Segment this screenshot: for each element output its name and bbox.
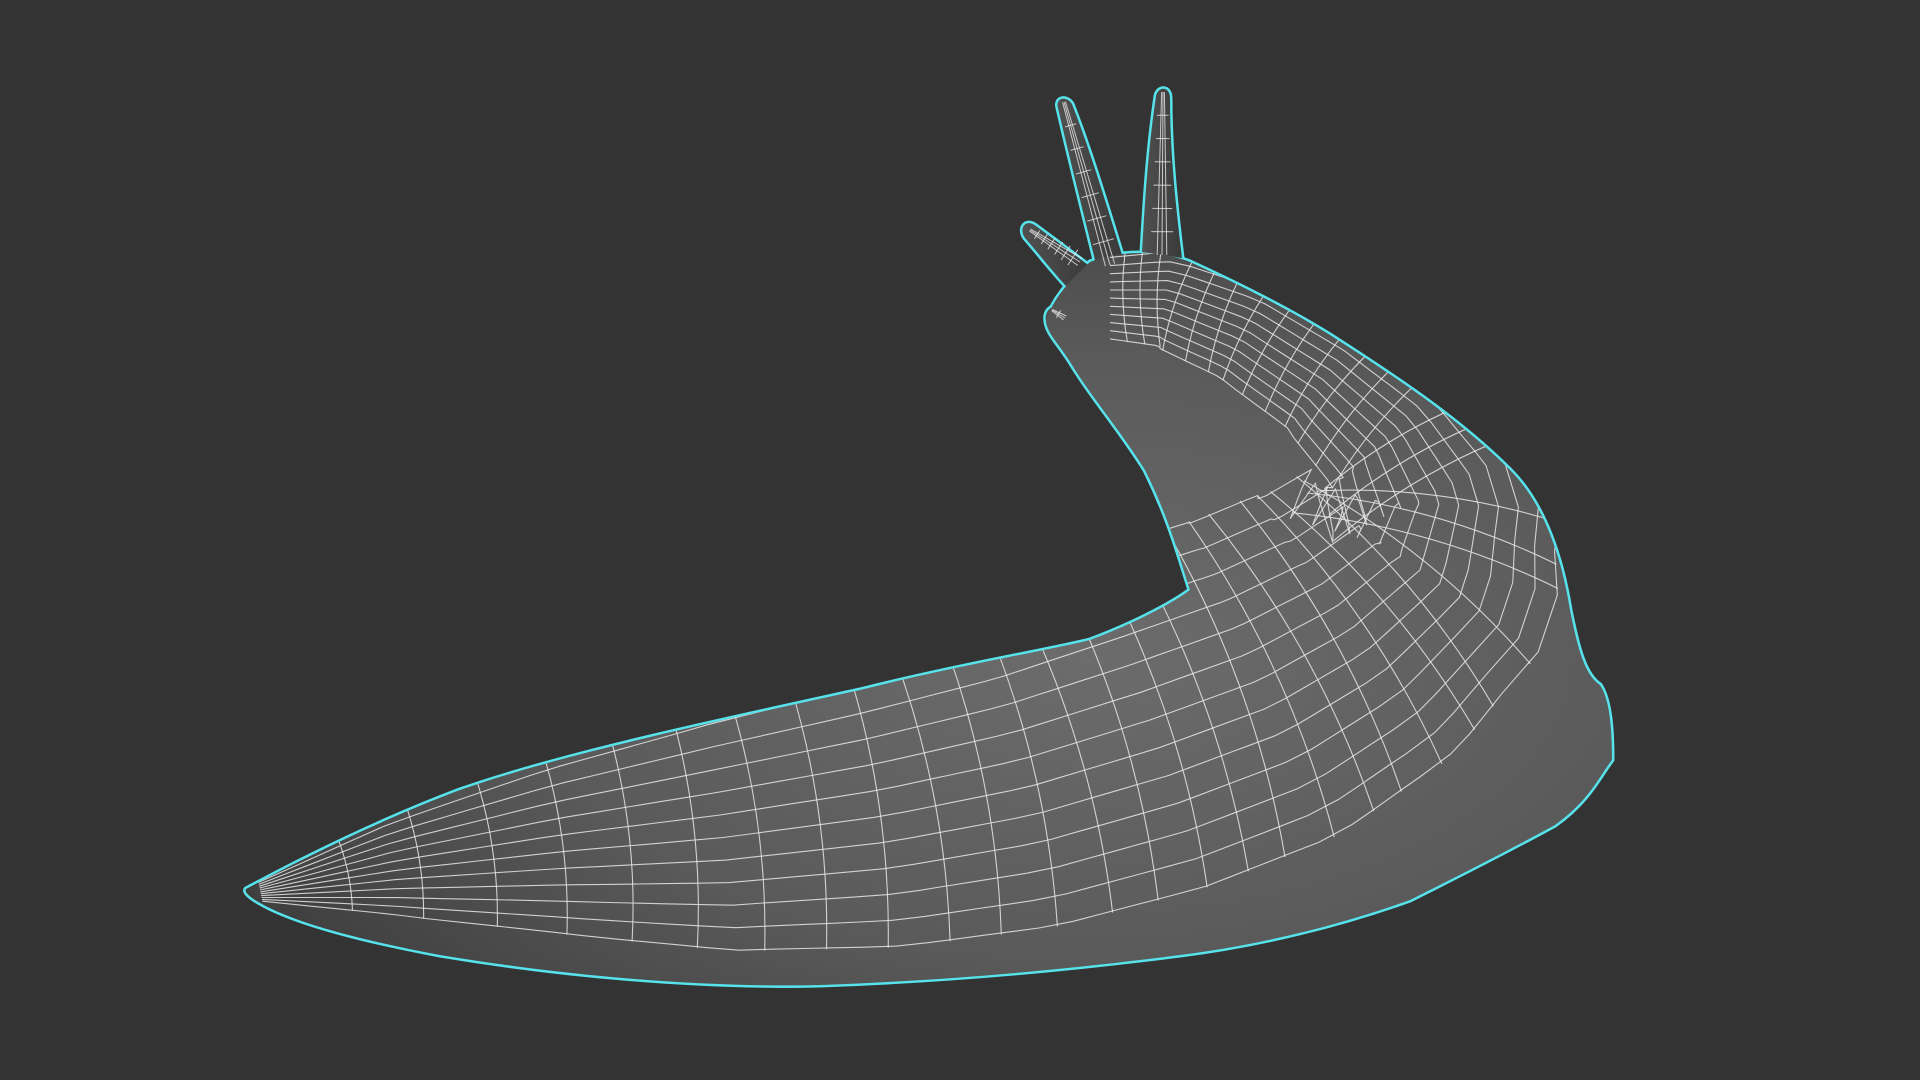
viewport-canvas[interactable]: [0, 0, 1920, 1080]
tentacle-wire-edge: [1063, 101, 1111, 266]
3d-viewport[interactable]: [0, 0, 1920, 1080]
slug-model[interactable]: [243, 86, 1615, 988]
